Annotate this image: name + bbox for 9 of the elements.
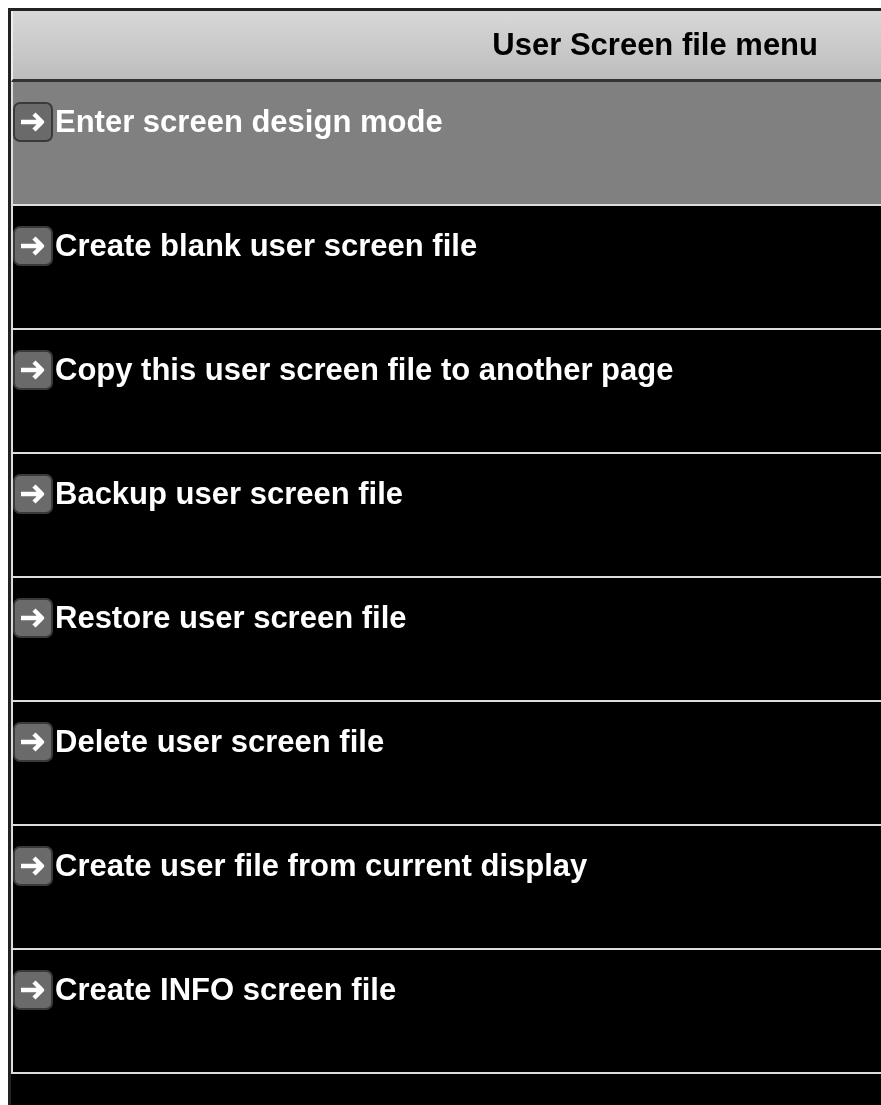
menu-item[interactable]: Enter screen design mode [11, 82, 881, 206]
menu-item[interactable]: Copy this user screen file to another page [11, 330, 881, 454]
menu-item[interactable]: Restore user screen file [11, 578, 881, 702]
menu-item[interactable]: Create user file from current display [11, 826, 881, 950]
menu-item[interactable]: Create INFO screen file [11, 950, 881, 1074]
menu-item[interactable]: Create blank user screen file [11, 206, 881, 330]
menu-item[interactable]: Delete user screen file [11, 702, 881, 826]
menu-item[interactable]: Backup user screen file [11, 454, 881, 578]
menu-title: User Screen file menu [11, 11, 881, 82]
